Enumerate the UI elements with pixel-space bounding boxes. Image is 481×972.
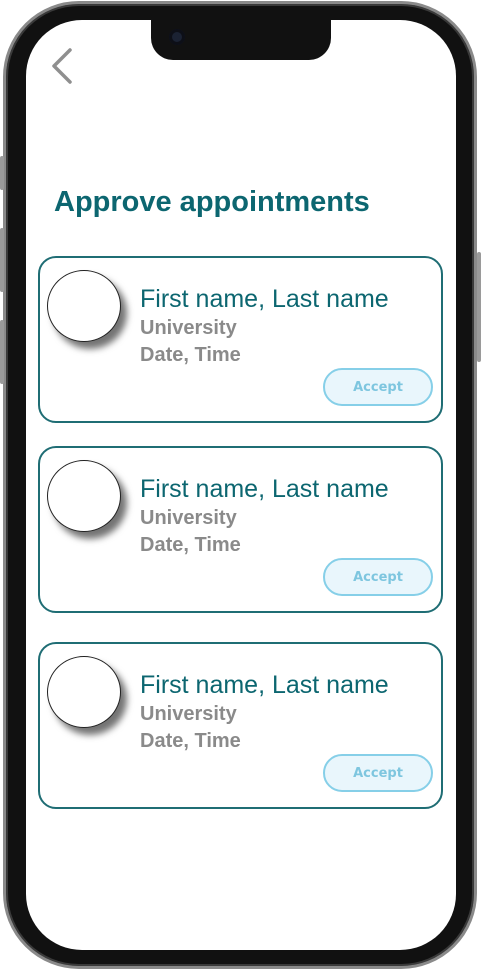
appointment-datetime: Date, Time [140, 344, 241, 366]
accept-button[interactable]: Accept [323, 558, 433, 596]
avatar [47, 656, 121, 728]
camera-icon [169, 29, 185, 45]
accept-button[interactable]: Accept [323, 368, 433, 406]
appointment-card: First name, Last name University Date, T… [38, 642, 443, 809]
avatar [47, 460, 121, 532]
back-button[interactable] [48, 46, 82, 86]
side-button-left-1 [0, 156, 4, 190]
appointment-card: First name, Last name University Date, T… [38, 446, 443, 613]
accept-button[interactable]: Accept [323, 754, 433, 792]
appointment-university: University [140, 317, 237, 339]
app-screen: Approve appointments First name, Last na… [26, 20, 456, 950]
appointment-datetime: Date, Time [140, 534, 241, 556]
page-title: Approve appointments [54, 186, 370, 218]
side-button-left-3 [0, 320, 4, 384]
chevron-left-icon [52, 48, 72, 84]
appointment-name: First name, Last name [140, 671, 389, 699]
side-button-left-2 [0, 228, 4, 292]
appointment-card: First name, Last name University Date, T… [38, 256, 443, 423]
notch [151, 20, 331, 60]
appointment-university: University [140, 703, 237, 725]
appointment-name: First name, Last name [140, 475, 389, 503]
avatar [47, 270, 121, 342]
appointment-university: University [140, 507, 237, 529]
appointment-name: First name, Last name [140, 285, 389, 313]
side-button-right [477, 252, 481, 362]
appointment-datetime: Date, Time [140, 730, 241, 752]
